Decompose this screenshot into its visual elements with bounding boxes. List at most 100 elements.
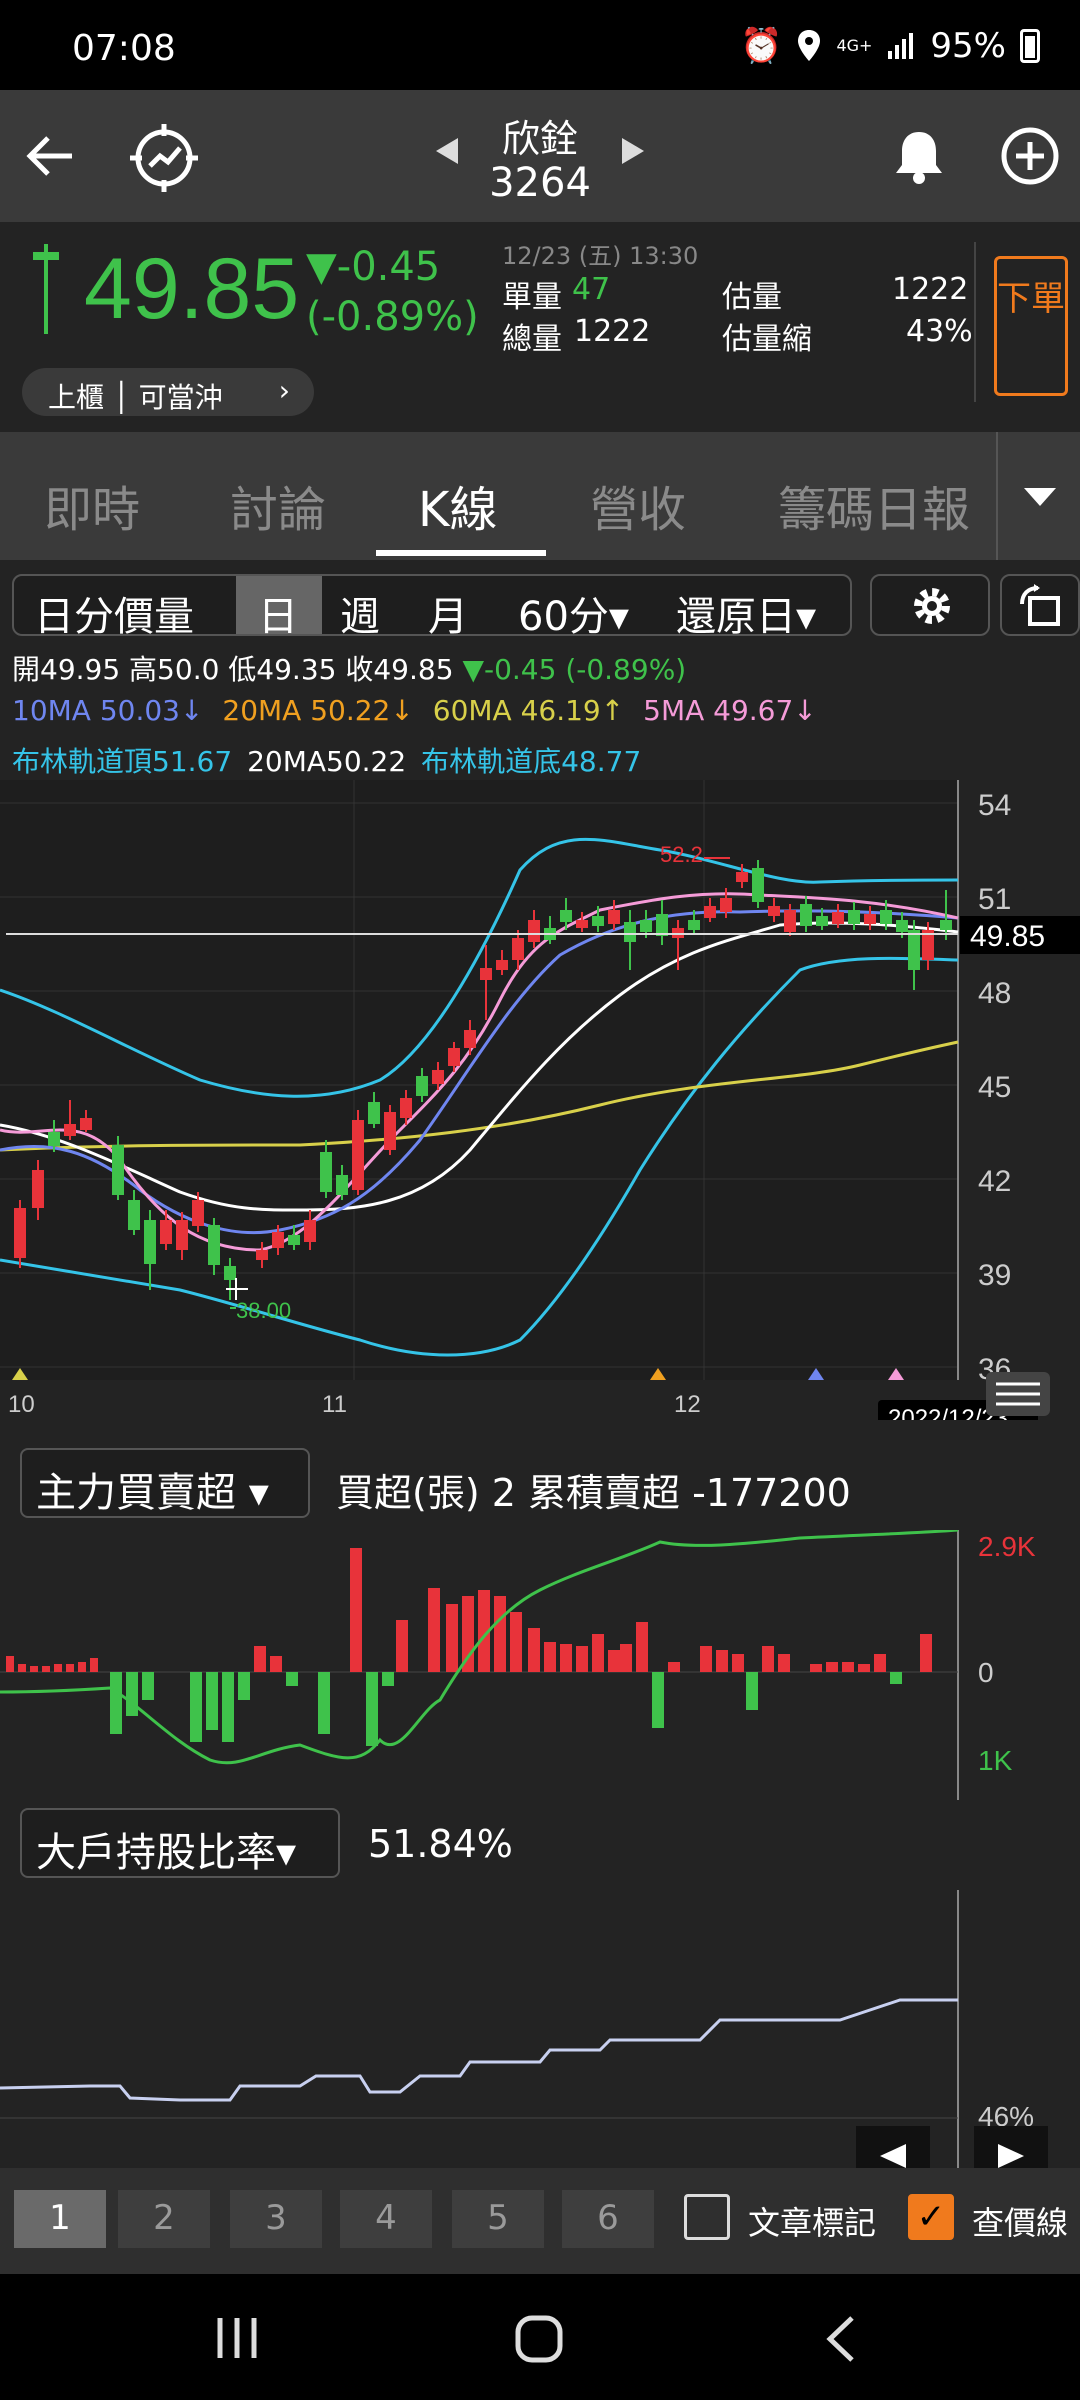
total-volume-label: 總量	[502, 322, 562, 357]
tab-more-button[interactable]	[996, 432, 1080, 560]
bell-icon[interactable]	[892, 128, 946, 186]
status-icons: ⏰ 4G+ 95%	[740, 26, 1040, 66]
home-icon[interactable]	[514, 2314, 564, 2364]
period-toolbar: 日分價量 日 週 月 60分▾ 還原日▾	[12, 574, 852, 640]
tab-kline[interactable]: K線	[418, 470, 497, 540]
stock-name: 欣銓	[501, 117, 578, 161]
ohlc-line: 開49.95 高50.0 低49.35 收49.85 ▼-0.45 (-0.89…	[12, 648, 686, 688]
tab-revenue[interactable]: 營收	[590, 470, 686, 540]
price-line-checkbox[interactable]: ✓	[908, 2194, 954, 2240]
stock-header: 欣銓 3264	[0, 90, 1080, 222]
stock-code: 3264	[489, 160, 591, 206]
current-price: 49.85	[84, 241, 300, 337]
ohlc-values: 開49.95 高50.0 低49.35 收49.85	[12, 653, 454, 686]
holder-ratio-selector[interactable]: 大戶持股比率▾	[20, 1808, 340, 1878]
page-tab-3[interactable]: 3	[230, 2190, 322, 2248]
triangle-right-icon	[998, 2144, 1024, 2168]
order-button[interactable]: 下單	[994, 256, 1068, 396]
x-tick-10: 10	[8, 1391, 35, 1418]
single-volume-label: 單量	[502, 280, 562, 315]
ma5-value: 5MA 49.67↓	[643, 694, 817, 727]
holder-ratio-value: 51.84%	[368, 1822, 513, 1866]
ma60-value: 60MA 46.19↑	[432, 694, 625, 727]
article-mark-checkbox[interactable]	[684, 2194, 730, 2240]
y-tick-42: 42	[978, 1165, 1011, 1198]
recent-apps-icon[interactable]	[214, 2316, 260, 2360]
total-volume: 1222	[574, 314, 651, 349]
battery-percent: 95%	[930, 26, 1006, 66]
status-time: 07:08	[72, 28, 176, 69]
est-shrink: 43%	[906, 314, 973, 349]
price-candle-body	[33, 252, 59, 260]
quote-datetime: 12/23 (五) 13:30	[502, 242, 699, 270]
price-change: ▼-0.45	[306, 244, 441, 290]
battery-icon	[1020, 29, 1040, 63]
triangle-left-icon	[880, 2144, 906, 2168]
est-shrink-label: 估量縮	[722, 322, 812, 357]
x-tick-12: 12	[674, 1391, 701, 1418]
x-tick-11: 11	[322, 1391, 347, 1418]
tab-discussion[interactable]: 討論	[230, 470, 326, 540]
main-force-summary: 買超(張) 2 累積賣超 -177200	[336, 1471, 851, 1515]
back-arrow-icon[interactable]	[24, 130, 76, 182]
bollinger-line: 布林軌道頂51.67 20MA50.22 布林軌道底48.77	[12, 740, 641, 780]
period-60min[interactable]: 60分▾	[518, 584, 629, 642]
main-force-chart: 2.9K 0 1K	[0, 1530, 1036, 1800]
current-price-marker: 49.85	[970, 920, 1045, 953]
gear-icon	[914, 588, 950, 624]
est-volume: 1222	[892, 272, 969, 307]
y-tick-1k: 1K	[978, 1745, 1013, 1776]
boll-top: 布林軌道頂51.67	[12, 745, 233, 778]
period-intraday[interactable]: 日分價量	[34, 584, 194, 642]
ma-line: 10MA 50.03↓ 20MA 50.22↓ 60MA 46.19↑ 5MA …	[12, 694, 817, 727]
y-tick-54: 54	[978, 789, 1011, 822]
chevron-down-icon	[1024, 488, 1056, 506]
est-volume-label: 估量	[722, 280, 782, 315]
tab-indicator	[376, 550, 546, 556]
back-nav-icon[interactable]	[824, 2314, 856, 2364]
kline-chart[interactable]: 49.85 52.2 38.00 54 51 48 45 42 39 36 10…	[0, 780, 1080, 1420]
chevron-right-icon: ›	[278, 374, 290, 407]
page-tab-5[interactable]: 5	[452, 2190, 544, 2248]
holder-ratio-line	[0, 1998, 958, 2102]
page-tab-4[interactable]: 4	[340, 2190, 432, 2248]
ohlc-change: ▼-0.45 (-0.89%)	[462, 653, 687, 686]
price-line-label: 查價線	[972, 2204, 1069, 2242]
period-month[interactable]: 月	[428, 584, 468, 642]
divider	[974, 242, 976, 402]
period-week[interactable]: 週	[340, 584, 380, 642]
system-nav-bar	[0, 2274, 1080, 2400]
period-day[interactable]: 日	[258, 584, 298, 642]
rotate-button[interactable]	[1000, 574, 1080, 636]
boll-mid: 20MA50.22	[247, 745, 407, 778]
page-tab-1[interactable]: 1	[14, 2190, 106, 2248]
tab-realtime[interactable]: 即時	[44, 470, 140, 540]
restore-day-dropdown[interactable]: 還原日▾	[676, 584, 816, 642]
y-tick-0: 0	[978, 1657, 994, 1688]
add-circle-icon[interactable]	[1000, 126, 1060, 186]
page-tab-2[interactable]: 2	[118, 2190, 210, 2248]
page-tab-6[interactable]: 6	[562, 2190, 654, 2248]
y-tick-39: 39	[978, 1259, 1011, 1292]
high-marker: 52.2	[660, 842, 703, 867]
market-badge[interactable]: 上櫃 │ 可當沖 ›	[22, 368, 314, 416]
main-force-selector[interactable]: 主力買賣超 ▾	[20, 1448, 310, 1518]
tab-bar: 即時 討論 K線 營收 籌碼日報	[0, 432, 1080, 560]
y-tick-45: 45	[978, 1071, 1011, 1104]
location-icon	[798, 30, 821, 61]
rotate-screen-icon	[1020, 584, 1060, 626]
market-text: 上櫃 │ 可當沖	[48, 381, 223, 414]
ma10-value: 10MA 50.03↓	[12, 694, 204, 727]
single-volume: 47	[572, 272, 611, 307]
tab-chips-daily[interactable]: 籌碼日報	[778, 470, 970, 540]
low-marker: 38.00	[236, 1298, 291, 1323]
network-type: 4G+	[836, 36, 873, 55]
quote-panel: 49.85 ▼-0.45 (-0.89%) 12/23 (五) 13:30 單量…	[0, 222, 1080, 432]
settings-button[interactable]	[870, 574, 990, 636]
trend-target-icon[interactable]	[126, 120, 202, 196]
next-stock-arrow[interactable]	[622, 138, 644, 164]
y-tick-48: 48	[978, 977, 1011, 1010]
ma20-value: 20MA 50.22↓	[222, 694, 414, 727]
y-tick-51: 51	[978, 883, 1011, 916]
article-mark-label: 文章標記	[748, 2204, 877, 2242]
